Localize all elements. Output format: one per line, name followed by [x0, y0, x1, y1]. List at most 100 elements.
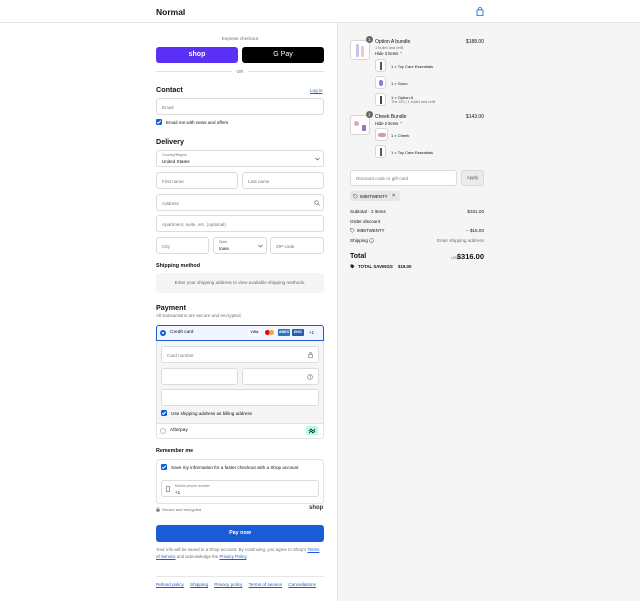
zip-placeholder: ZIP code: [276, 243, 295, 249]
order-discount-code: IMBITWENTY: [357, 228, 385, 233]
first-name-field[interactable]: First name: [156, 172, 238, 189]
shipping-value: Enter shipping address: [437, 238, 484, 243]
save-info-checkbox[interactable]: [161, 464, 167, 470]
bundle-item-label: 1 × Cheek: [391, 133, 410, 138]
quantity-badge: 1: [366, 36, 373, 43]
discount-tag-code: IMBITWENTY: [360, 193, 388, 199]
product-image: [350, 40, 370, 60]
google-pay-button[interactable]: G Pay: [242, 47, 324, 63]
expiration-date-field[interactable]: [161, 368, 238, 385]
help-circle-icon[interactable]: [307, 374, 313, 380]
privacy-policy-footer-link[interactable]: Privacy policy: [214, 582, 242, 587]
product-image: [375, 145, 386, 158]
header: Normal: [0, 0, 640, 23]
country-label: Country/Region: [162, 153, 187, 157]
card-number-field[interactable]: Card number: [161, 346, 319, 363]
privacy-policy-link[interactable]: Privacy Policy: [220, 554, 247, 559]
bundle-item-variant: The OG | 1 bullet and refill: [391, 100, 436, 104]
apply-discount-button[interactable]: Apply: [461, 170, 484, 186]
delivery-heading: Delivery: [156, 137, 184, 146]
more-card-brands: +1: [309, 330, 315, 335]
contact-heading: Contact: [156, 85, 183, 94]
billing-label: Use shipping address as billing address: [171, 411, 252, 416]
mobile-phone-label: Mobile phone number: [175, 483, 210, 488]
zip-field[interactable]: ZIP code: [270, 237, 324, 254]
product-image: [375, 59, 386, 72]
shipping-method-message: Enter your shipping address to view avai…: [156, 273, 324, 293]
legal-end: .: [246, 553, 248, 559]
secure-encrypted-label: Secure and encrypted: [162, 507, 202, 512]
afterpay-radio[interactable]: [160, 428, 166, 434]
email-field[interactable]: Email: [156, 98, 324, 115]
city-placeholder: City: [162, 243, 170, 249]
apartment-field[interactable]: Apartment, suite, etc. (optional): [156, 215, 324, 232]
bundle-item-label: 1 × Gunn: [391, 81, 408, 86]
amex-icon: AMEX: [278, 329, 290, 336]
first-name-placeholder: First name: [162, 178, 184, 184]
order-summary-panel: [337, 23, 640, 601]
footer-divider: [156, 576, 324, 577]
afterpay-logo-icon: [306, 426, 318, 435]
tag-icon: [350, 264, 355, 269]
shipping-policy-link[interactable]: Shipping: [190, 582, 208, 587]
name-on-card-field[interactable]: [161, 389, 319, 406]
tag-icon: [350, 228, 355, 233]
hide-items-toggle[interactable]: Hide 3 items ⌃: [375, 51, 403, 56]
last-name-placeholder: Last name: [248, 178, 270, 184]
shopping-bag-icon[interactable]: [476, 7, 484, 16]
state-select[interactable]: State Iowa: [213, 237, 267, 254]
subtotal-label: Subtotal · 2 items: [350, 209, 386, 214]
mastercard-icon: [264, 329, 276, 336]
help-circle-icon[interactable]: [369, 238, 374, 243]
item-price: $143.00: [465, 114, 484, 120]
apartment-placeholder: Apartment, suite, etc. (optional): [162, 221, 226, 227]
cancellations-link[interactable]: Cancellations: [288, 582, 316, 587]
order-discount-amount: − $15.00: [465, 228, 484, 233]
item-name: Cheek Bundle: [375, 114, 407, 120]
card-number-placeholder: Card number: [167, 352, 194, 358]
news-label: Email me with news and offers: [166, 120, 229, 125]
mobile-phone-field[interactable]: Mobile phone number +1: [161, 480, 319, 497]
tag-icon: [353, 193, 358, 199]
legal-mid: and acknowledge the: [176, 553, 219, 559]
search-icon: [314, 200, 320, 206]
chevron-down-icon: [258, 244, 263, 248]
legal-prefix: Your info will be saved to a Shop accoun…: [156, 547, 307, 552]
remove-discount-icon[interactable]: ×: [392, 193, 395, 199]
email-placeholder: Email: [162, 104, 174, 110]
shop-logo: shop: [309, 505, 324, 511]
hide-items-label: Hide 2 items: [375, 121, 399, 126]
order-discount-label: Order discount: [350, 219, 381, 224]
terms-of-service-footer-link[interactable]: Terms of service: [249, 582, 282, 587]
or-divider: OR: [236, 69, 244, 74]
hide-items-label: Hide 3 items: [375, 51, 399, 56]
pay-now-button[interactable]: Pay now: [156, 525, 324, 542]
refund-policy-link[interactable]: Refund policy: [156, 582, 184, 587]
bundle-item-label: 1 × Toy Care Essentials: [391, 64, 434, 69]
visa-icon: VISA: [248, 329, 261, 336]
chevron-up-icon: ⌃: [399, 121, 403, 126]
shop-pay-button[interactable]: shop: [156, 47, 238, 63]
security-code-field[interactable]: [242, 368, 319, 385]
billing-checkbox[interactable]: [161, 410, 167, 416]
total-savings-label: TOTAL SAVINGS: [358, 264, 393, 269]
state-value: Iowa: [219, 246, 229, 251]
address-field[interactable]: Address: [156, 194, 324, 211]
last-name-field[interactable]: Last name: [242, 172, 324, 189]
discover-icon: DISC: [292, 329, 304, 336]
payment-subtitle: All transactions are secure and encrypte…: [156, 313, 242, 318]
city-field[interactable]: City: [156, 237, 209, 254]
credit-card-radio[interactable]: [160, 330, 166, 336]
subtotal-value: $331.00: [467, 209, 484, 214]
log-in-link[interactable]: Log in: [310, 88, 323, 93]
country-select[interactable]: Country/Region United States: [156, 150, 324, 167]
item-price: $188.00: [465, 39, 484, 45]
news-checkbox[interactable]: [156, 119, 162, 125]
hide-items-toggle[interactable]: Hide 2 items ⌃: [375, 121, 403, 126]
discount-code-placeholder: Discount code or gift card: [356, 176, 409, 181]
discount-code-field[interactable]: Discount code or gift card: [350, 170, 457, 186]
store-logo[interactable]: Normal: [156, 7, 185, 17]
payment-heading: Payment: [156, 303, 186, 312]
discount-tag: IMBITWENTY ×: [350, 191, 400, 201]
lock-icon: [156, 507, 160, 512]
